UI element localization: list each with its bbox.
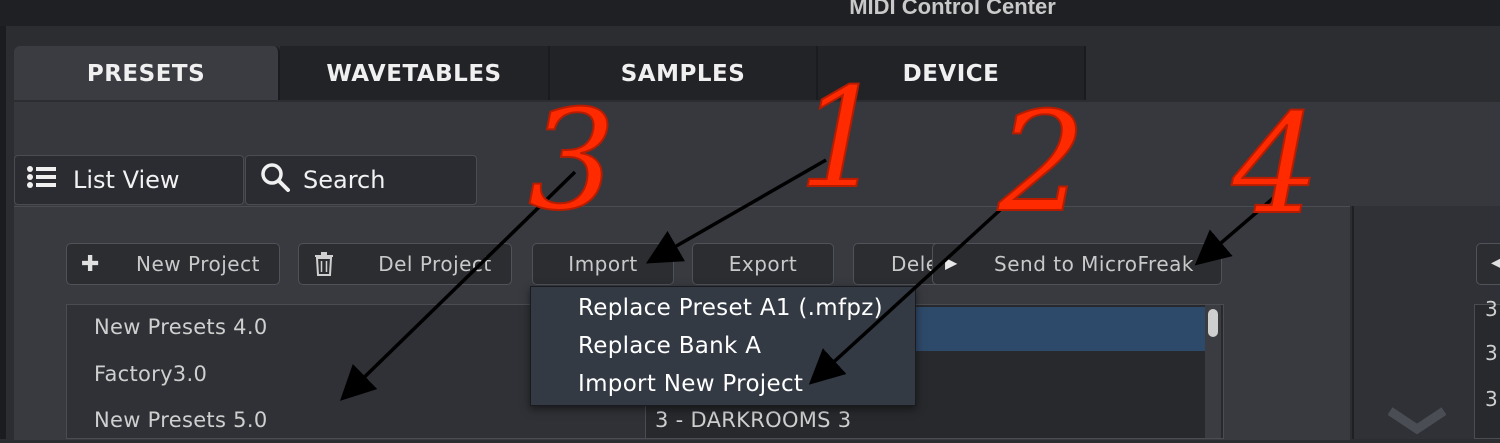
tab-presets[interactable]: PRESETS [14,46,280,100]
right-panel-button[interactable]: ◀ [1476,243,1500,285]
menu-item-replace-bank[interactable]: Replace Bank A [578,333,761,359]
new-project-label: New Project [136,252,260,276]
list-icon [27,165,59,195]
window-title: MIDI Control Center [849,0,1056,19]
search-icon [260,162,292,198]
play-triangle-icon: ▶ [945,253,958,272]
right-list-number: 3 [1485,341,1498,365]
del-project-button[interactable]: Del Project [298,243,512,285]
right-panel-list: 3 3 3 [1474,297,1500,439]
export-label: Export [728,252,798,276]
export-button[interactable]: Export [692,243,834,285]
import-label: Import [568,252,638,276]
chevron-left-icon: ◀ [1491,252,1500,273]
project-list-item[interactable]: Factory3.0 [94,362,207,386]
right-list-number: 3 [1485,387,1498,411]
search-button[interactable]: Search [245,155,477,205]
menu-item-import-new-project[interactable]: Import New Project [578,371,803,397]
menu-item-replace-preset[interactable]: Replace Preset A1 (.mfpz) [578,295,883,321]
list-view-button[interactable]: List View [14,155,244,205]
annotation-number-1: 1 [797,58,887,219]
project-list-item[interactable]: New Presets 5.0 [94,408,267,432]
search-label: Search [303,166,386,194]
list-view-label: List View [73,166,180,194]
new-project-button[interactable]: ✚ New Project [66,243,280,285]
import-dropdown-menu: Replace Preset A1 (.mfpz) Replace Bank A… [530,286,916,406]
send-to-microfreak-button[interactable]: ▶ Send to MicroFreak [932,243,1222,285]
window-left-edge [0,26,6,439]
annotation-number-2: 2 [997,82,1087,243]
annotation-number-3: 3 [527,80,617,241]
right-list-number: 3 [1485,297,1498,321]
right-panel-chevron-mark [1387,405,1447,439]
del-project-label: Del Project [378,252,492,276]
annotation-number-4: 4 [1231,84,1321,245]
plus-icon: ✚ [81,252,100,277]
scrollbar-thumb[interactable] [1208,309,1218,337]
send-to-label: Send to MicroFreak [994,252,1194,276]
preset-list-scrollbar[interactable] [1205,305,1221,438]
trash-icon [313,252,335,282]
preset-list-item[interactable]: 3 - DARKROOMS 3 [655,408,851,432]
project-list-item[interactable]: New Presets 4.0 [94,315,267,339]
tab-wavetables[interactable]: WAVETABLES [280,46,550,100]
import-button[interactable]: Import [532,243,674,285]
title-bar: MIDI Control Center [0,0,1500,26]
